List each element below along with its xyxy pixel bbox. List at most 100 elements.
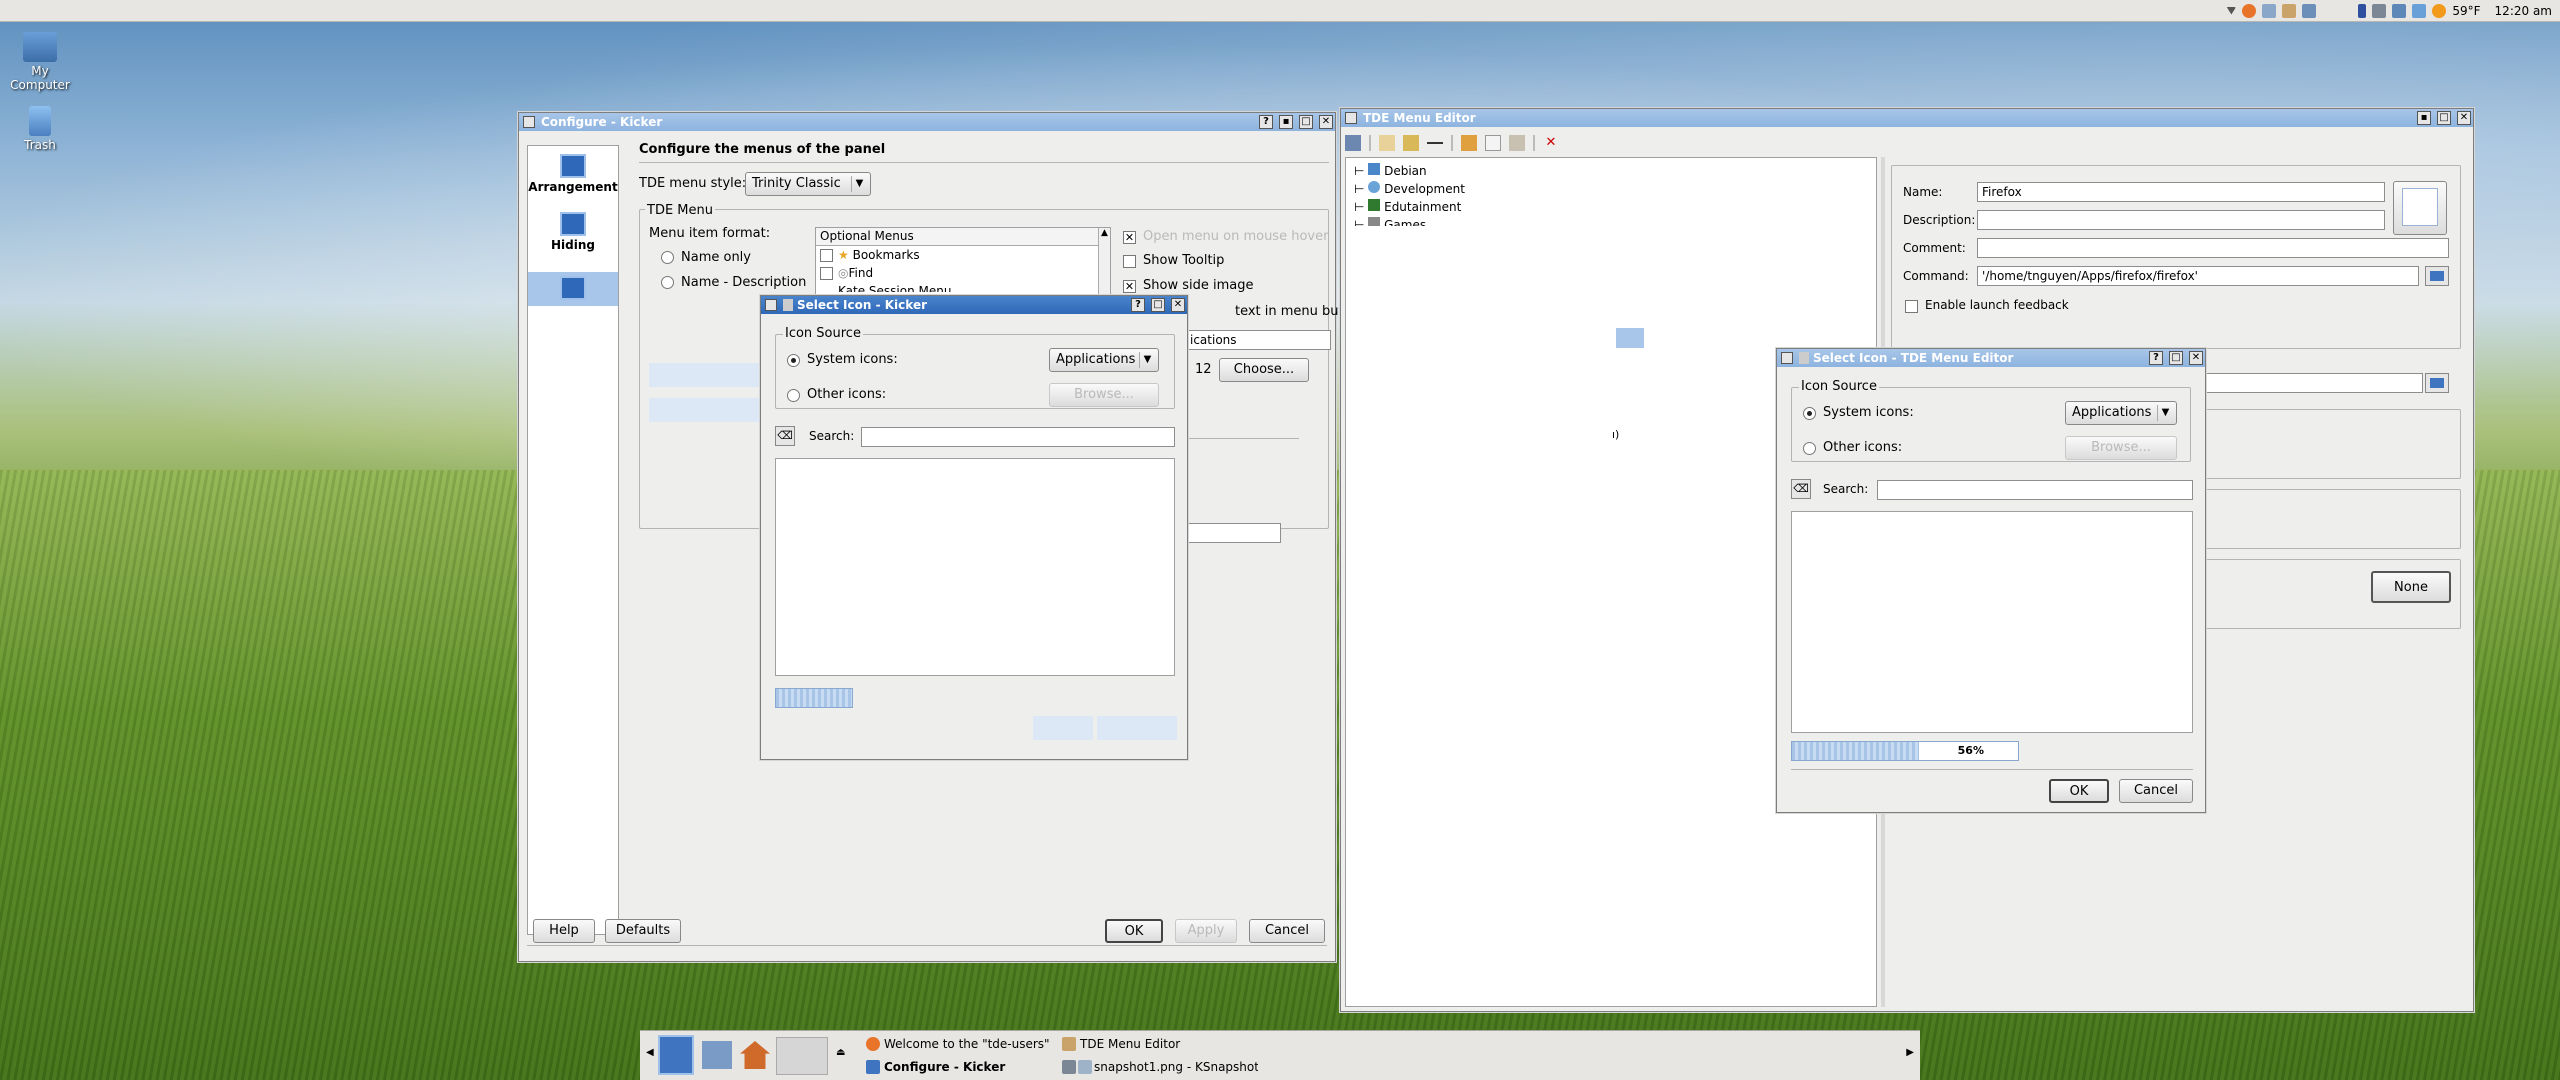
name-desc-radio[interactable]	[661, 276, 674, 289]
scroll-left-icon[interactable]: ◀	[646, 1047, 654, 1058]
obscured-ok-button[interactable]	[1033, 716, 1093, 740]
window-menu-icon[interactable]	[1781, 352, 1793, 364]
icon-grid[interactable]	[775, 458, 1175, 676]
name-field[interactable]: Firefox	[1977, 182, 2385, 202]
ok-button[interactable]: OK	[1105, 919, 1163, 943]
screen-tray-icon[interactable]	[2302, 3, 2317, 18]
battery-tray-icon[interactable]	[2412, 3, 2427, 18]
open-on-hover-checkbox[interactable]: ✕	[1123, 231, 1136, 244]
obscured-input[interactable]	[1185, 523, 1281, 543]
task-ksnapshot[interactable]: snapshot1.png - KSnapshot	[1058, 1056, 1258, 1078]
category-select[interactable]: Applications ▼	[2065, 401, 2177, 425]
search-input[interactable]	[861, 427, 1175, 447]
cancel-button[interactable]: Cancel	[2119, 779, 2193, 803]
tree-item-debian[interactable]: ⊢ Debian	[1354, 162, 1465, 180]
save-icon[interactable]	[1345, 135, 1361, 151]
delete-icon[interactable]: ✕	[1543, 135, 1559, 151]
sidebar-item-arrangement[interactable]: Arrangement	[528, 150, 618, 202]
close-button[interactable]: ✕	[1171, 298, 1185, 312]
comment-field[interactable]	[1977, 238, 2449, 258]
new-item-icon[interactable]	[1379, 135, 1395, 151]
browse-button[interactable]: Browse...	[1049, 383, 1159, 407]
search-input[interactable]	[1877, 480, 2193, 500]
pager[interactable]	[776, 1037, 828, 1075]
scroll-right-icon[interactable]: ▶	[1906, 1047, 1914, 1058]
browse-button[interactable]: Browse...	[2065, 436, 2177, 460]
close-button[interactable]: ✕	[1319, 115, 1333, 129]
shortcut-none-button[interactable]: None	[2371, 571, 2451, 603]
eject-icon[interactable]: ⏏	[836, 1047, 845, 1058]
tray-arrow-icon[interactable]	[2226, 6, 2237, 15]
window-menu-icon[interactable]	[523, 116, 535, 128]
task-welcome[interactable]: Welcome to the "tde-users" mai	[862, 1033, 1052, 1055]
command-field[interactable]: '/home/tnguyen/Apps/firefox/firefox'	[1977, 266, 2419, 286]
pager-tray-icon[interactable]	[2358, 3, 2367, 18]
clear-search-icon[interactable]: ⌫	[775, 426, 795, 446]
sidebar-item-menus[interactable]	[528, 272, 618, 306]
new-submenu-icon[interactable]	[1403, 135, 1419, 151]
sidebar-item-hiding[interactable]: Hiding	[528, 208, 618, 260]
obscured-cancel-button[interactable]	[1097, 716, 1177, 740]
pin-icon[interactable]	[783, 299, 793, 311]
maximize-button[interactable]: □	[1299, 115, 1313, 129]
pin-icon[interactable]	[1799, 352, 1809, 364]
item-checkbox[interactable]	[820, 267, 833, 280]
clipboard-tray-icon[interactable]	[2262, 3, 2277, 18]
help-button[interactable]: Help	[533, 919, 595, 943]
task-configure-kicker[interactable]: Configure - Kicker	[862, 1056, 1052, 1078]
home-icon[interactable]	[740, 1041, 770, 1069]
clock[interactable]: 12:20 am	[2487, 4, 2552, 18]
window-menu-icon[interactable]	[1345, 112, 1357, 124]
defaults-button[interactable]: Defaults	[605, 919, 681, 943]
selected-item-highlight[interactable]	[1616, 328, 1644, 348]
tree-item-development[interactable]: ⊢ Development	[1354, 180, 1465, 198]
maximize-button[interactable]: □	[1151, 298, 1165, 312]
choose-button[interactable]: Choose...	[1219, 358, 1309, 382]
other-icons-radio[interactable]	[787, 389, 800, 402]
list-item[interactable]: Kate Session Menu	[816, 282, 1110, 292]
menu-style-select[interactable]: Trinity Classic ▼	[745, 172, 871, 196]
description-field[interactable]	[1977, 210, 2385, 230]
launch-feedback-checkbox[interactable]	[1905, 300, 1918, 313]
name-only-radio[interactable]	[661, 251, 674, 264]
help-title-button[interactable]: ?	[1131, 298, 1145, 312]
titlebar[interactable]: Configure - Kicker ? ▪ □ ✕	[519, 113, 1335, 131]
list-item[interactable]: ★ Bookmarks	[816, 246, 1110, 264]
minimize-button[interactable]: ▪	[2417, 111, 2431, 125]
list-scrollbar[interactable]: ▲	[1098, 228, 1110, 298]
system-icons-radio[interactable]	[1803, 407, 1816, 420]
maximize-button[interactable]: □	[2169, 351, 2183, 365]
apply-button[interactable]: Apply	[1175, 919, 1237, 943]
tool-tray-icon[interactable]	[2282, 3, 2297, 18]
optional-menus-list[interactable]: Optional Menus ★ Bookmarks ◎Find Kate Se…	[815, 227, 1111, 299]
close-button[interactable]: ✕	[2457, 111, 2471, 125]
cut-icon[interactable]	[1461, 135, 1477, 151]
help-title-button[interactable]: ?	[1259, 115, 1273, 129]
minimize-button[interactable]: ▪	[1279, 115, 1293, 129]
separator-icon[interactable]	[1427, 142, 1443, 144]
desktop-icon-trash[interactable]: Trash	[0, 106, 80, 152]
titlebar[interactable]: TDE Menu Editor ▪ □ ✕	[1341, 109, 2473, 127]
item-checkbox[interactable]	[820, 249, 833, 262]
close-button[interactable]: ✕	[2189, 351, 2203, 365]
show-side-image-checkbox[interactable]: ✕	[1123, 280, 1136, 293]
task-menu-editor[interactable]: TDE Menu Editor	[1058, 1033, 1258, 1055]
browse-button[interactable]	[2425, 373, 2449, 393]
desktop-icon-my-computer[interactable]: My Computer	[0, 32, 80, 92]
other-icons-radio[interactable]	[1803, 442, 1816, 455]
menu-text-field[interactable]: ications	[1185, 330, 1331, 350]
firefox-tray-icon[interactable]	[2242, 3, 2257, 18]
list-item[interactable]: ◎Find	[816, 264, 1110, 282]
obscured-input[interactable]	[2201, 373, 2423, 393]
titlebar[interactable]: Select Icon - Kicker ? □ ✕	[761, 296, 1187, 314]
maximize-button[interactable]: □	[2437, 111, 2451, 125]
desktop-icon[interactable]	[702, 1041, 732, 1069]
browse-command-button[interactable]	[2425, 266, 2449, 286]
window-menu-icon[interactable]	[765, 299, 777, 311]
tree-item-edutainment[interactable]: ⊢ Edutainment	[1354, 198, 1465, 216]
network-tray-icon[interactable]	[2372, 3, 2387, 18]
titlebar[interactable]: Select Icon - TDE Menu Editor ? □ ✕	[1777, 349, 2205, 367]
icon-grid[interactable]	[1791, 511, 2193, 733]
category-select[interactable]: Applications ▼	[1049, 348, 1159, 372]
show-tooltip-checkbox[interactable]	[1123, 255, 1136, 268]
